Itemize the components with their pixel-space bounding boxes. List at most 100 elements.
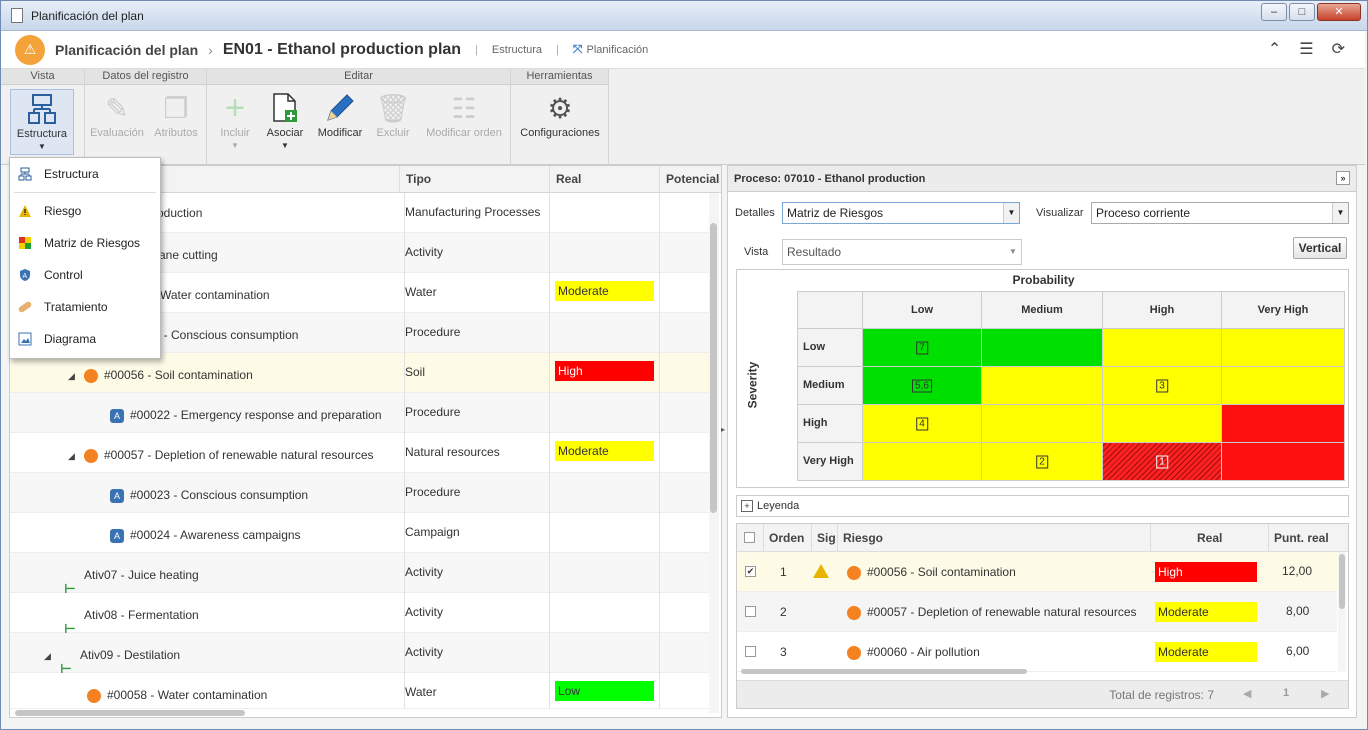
expand-arrow-icon[interactable]: ◢ — [68, 356, 78, 395]
tree-row[interactable]: #00058 - Water contamination Water Low — [10, 673, 710, 709]
risk-grid-horizontal-scrollbar[interactable] — [741, 669, 1027, 674]
evaluacion-button[interactable]: ✎ Evaluación — [85, 89, 149, 140]
trash-icon: 🗑 — [375, 92, 411, 124]
structure-icon — [18, 167, 32, 181]
matrix-cell[interactable] — [862, 442, 982, 481]
incluir-button[interactable]: + Incluir ▼ — [207, 88, 263, 151]
modificar-orden-button[interactable]: ☷ Modificar orden — [419, 89, 509, 140]
tree-row[interactable]: ⊢Ativ07 - Juice heating Activity — [10, 553, 710, 595]
visualizar-select[interactable]: Proceso corriente ▼ — [1091, 202, 1349, 224]
menu-item-control[interactable]: A Control — [10, 259, 160, 291]
planificacion-link[interactable]: Planificación — [587, 44, 649, 56]
menu-item-riesgo[interactable]: Riesgo — [10, 195, 160, 227]
risk-bomb-icon — [847, 565, 861, 580]
tree-row[interactable]: A #00024 - Awareness campaigns Campaign — [10, 513, 710, 553]
menu-item-estructura[interactable]: Estructura — [10, 158, 160, 190]
modificar-button[interactable]: Modificar — [311, 89, 369, 139]
matrix-cell[interactable]: 4 — [862, 404, 982, 443]
col-potencial[interactable]: Potencial — [659, 166, 721, 193]
col-orden[interactable]: Orden — [763, 524, 811, 552]
col-riesgo[interactable]: Riesgo — [837, 524, 1150, 552]
risk-level-badge: Moderate — [1155, 602, 1257, 622]
group-herramientas: Herramientas ⚙ Configuraciones — [511, 69, 609, 165]
matrix-cell[interactable]: 3 — [1102, 366, 1222, 405]
expand-arrow-icon[interactable]: ◢ — [44, 636, 54, 675]
breadcrumb-separator: › — [208, 41, 213, 58]
matrix-cell[interactable] — [981, 366, 1103, 405]
risk-matrix: Probability Severity Low Medium High Ver… — [736, 269, 1349, 488]
collapse-icon[interactable]: ⌃ — [1268, 39, 1281, 59]
menu-item-diagrama[interactable]: Diagrama — [10, 323, 160, 355]
matrix-cell-selected[interactable]: 1 — [1102, 442, 1222, 481]
matrix-cell[interactable]: 5,6 — [862, 366, 982, 405]
vista-select[interactable]: Resultado ▼ — [782, 239, 1022, 265]
col-punt-real[interactable]: Punt. real — [1268, 524, 1338, 552]
menu-item-matriz-de-riesgos[interactable]: Matriz de Riesgos — [10, 227, 160, 259]
collapse-panel-icon[interactable]: » — [1336, 171, 1350, 185]
tree-row[interactable]: A #00023 - Conscious consumption Procedur… — [10, 473, 710, 513]
risk-bomb-icon — [847, 605, 861, 620]
risk-grid-vertical-scrollbar[interactable] — [1338, 552, 1346, 672]
tree-vertical-scrollbar[interactable] — [709, 193, 719, 713]
col-tipo[interactable]: Tipo — [399, 166, 549, 193]
configuraciones-button[interactable]: ⚙ Configuraciones — [513, 89, 607, 140]
estructura-dropdown-menu: Estructura Riesgo Matriz de Riesgos A Co… — [9, 157, 161, 359]
excluir-button[interactable]: 🗑 Excluir — [365, 89, 421, 140]
col-sig[interactable]: Sig — [811, 524, 837, 552]
group-vista: Vista Estructura ▼ — [1, 69, 85, 165]
close-button[interactable]: ✕ — [1317, 3, 1361, 21]
prev-page-icon[interactable]: ◀ — [1243, 687, 1251, 700]
plus-icon: + — [225, 88, 245, 127]
matrix-cell[interactable] — [1221, 366, 1345, 405]
matrix-cell[interactable] — [1221, 328, 1345, 367]
splitter-handle[interactable]: ▸ — [721, 425, 726, 455]
matrix-cell[interactable]: 2 — [981, 442, 1103, 481]
asociar-button[interactable]: Asociar ▼ — [257, 89, 313, 150]
risk-row[interactable]: 2 #00057 - Depletion of renewable natura… — [737, 592, 1337, 632]
legend-toggle[interactable]: + Leyenda — [736, 495, 1349, 517]
menu-item-tratamiento[interactable]: Tratamiento — [10, 291, 160, 323]
tree-row[interactable]: ◢⊢Ativ09 - Destilation Activity — [10, 633, 710, 675]
col-real[interactable]: Real — [549, 166, 659, 193]
matrix-cell[interactable]: 7 — [862, 328, 982, 367]
detalles-select[interactable]: Matriz de Riesgos ▼ — [782, 202, 1020, 224]
expand-plus-icon: + — [741, 500, 753, 512]
risk-row[interactable]: 3 #00060 - Air pollution Moderate 6,00 — [737, 632, 1337, 672]
tree-row[interactable]: A #00022 - Emergency response and prepara… — [10, 393, 710, 433]
detail-panel-title: Proceso: 07010 - Ethanol production » — [728, 166, 1356, 192]
list-icon[interactable]: ☰ — [1299, 39, 1313, 59]
probability-axis-label: Probability — [1012, 273, 1075, 287]
matrix-cell[interactable] — [981, 328, 1103, 367]
expand-arrow-icon[interactable]: ◢ — [68, 436, 78, 475]
tree-row-selected[interactable]: ◢ #00056 - Soil contamination Soil High — [10, 353, 710, 393]
tree-row[interactable]: ◢ #00057 - Depletion of renewable natural… — [10, 433, 710, 473]
severity-axis-label: Severity — [745, 361, 760, 409]
select-all-checkbox[interactable] — [744, 532, 755, 543]
estructura-link[interactable]: Estructura — [492, 44, 542, 56]
row-checkbox[interactable] — [745, 606, 756, 617]
tree-horizontal-scrollbar[interactable] — [15, 710, 245, 716]
matrix-cell[interactable] — [1221, 404, 1345, 443]
vertical-button[interactable]: Vertical — [1293, 237, 1347, 259]
matrix-cell[interactable] — [981, 404, 1103, 443]
header-bar: ⚠ Planificación del plan › EN01 - Ethano… — [1, 31, 1365, 69]
total-records: Total de registros: 7 — [1109, 688, 1214, 702]
atributos-button[interactable]: ❐ Atributos — [145, 89, 207, 140]
row-checkbox[interactable] — [745, 646, 756, 657]
matrix-cell[interactable] — [1102, 404, 1222, 443]
risk-row[interactable]: ✔ 1 #00056 - Soil contamination High 12,… — [737, 552, 1337, 592]
detail-panel: Proceso: 07010 - Ethanol production » De… — [727, 165, 1357, 718]
col-real[interactable]: Real — [1150, 524, 1268, 552]
next-page-icon[interactable]: ▶ — [1321, 687, 1329, 700]
estructura-button[interactable]: Estructura ▼ — [10, 89, 74, 155]
matrix-cell[interactable] — [1221, 442, 1345, 481]
risk-level-badge: High — [1155, 562, 1257, 582]
minimize-button[interactable]: – — [1261, 3, 1287, 21]
maximize-button[interactable]: □ — [1289, 3, 1315, 21]
tree-row[interactable]: ⊢Ativ08 - Fermentation Activity — [10, 593, 710, 635]
breadcrumb-parent[interactable]: Planificación del plan — [55, 42, 198, 58]
row-checkbox[interactable]: ✔ — [745, 566, 756, 577]
refresh-icon[interactable]: ⟳ — [1332, 39, 1345, 59]
risk-level-badge: Moderate — [555, 281, 654, 301]
matrix-cell[interactable] — [1102, 328, 1222, 367]
